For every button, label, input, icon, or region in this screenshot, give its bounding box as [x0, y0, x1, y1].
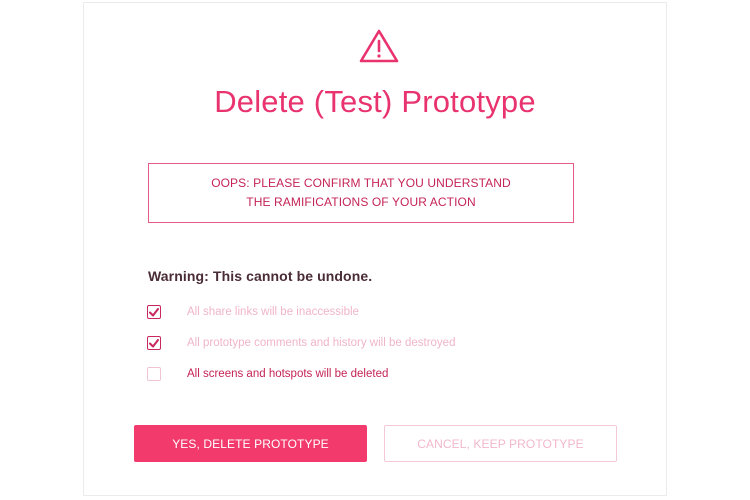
- dialog-title: Delete (Test) Prototype: [214, 84, 536, 119]
- checklist-label: All screens and hotspots will be deleted: [187, 368, 389, 380]
- checkmark-icon: [149, 307, 159, 316]
- screens-hotspots-checkbox[interactable]: [147, 367, 161, 381]
- warning-heading: Warning: This cannot be undone.: [148, 268, 373, 284]
- cancel-keep-button[interactable]: CANCEL, KEEP PROTOTYPE: [384, 425, 617, 462]
- checkmark-icon: [149, 338, 159, 347]
- checklist-label: All prototype comments and history will …: [187, 337, 456, 349]
- confirm-delete-button[interactable]: YES, DELETE PROTOTYPE: [134, 425, 367, 462]
- delete-prototype-dialog: [83, 2, 667, 496]
- alert-text-line-2: THE RAMIFICATIONS OF YOUR ACTION: [246, 195, 476, 209]
- comments-history-checkbox[interactable]: [147, 336, 161, 350]
- checklist-item-comments-history[interactable]: All prototype comments and history will …: [147, 334, 455, 352]
- checklist-label: All share links will be inaccessible: [187, 306, 359, 318]
- alert-text-line-1: OOPS: PLEASE CONFIRM THAT YOU UNDERSTAND: [211, 176, 511, 190]
- page: Delete (Test) Prototype OOPS: PLEASE CON…: [0, 0, 750, 500]
- share-links-checkbox[interactable]: [147, 305, 161, 319]
- confirmation-alert: OOPS: PLEASE CONFIRM THAT YOU UNDERSTAND…: [148, 163, 574, 223]
- warning-triangle-icon: [359, 29, 399, 63]
- checklist-item-screens-hotspots[interactable]: All screens and hotspots will be deleted: [147, 365, 388, 383]
- checklist-item-share-links[interactable]: All share links will be inaccessible: [147, 303, 359, 321]
